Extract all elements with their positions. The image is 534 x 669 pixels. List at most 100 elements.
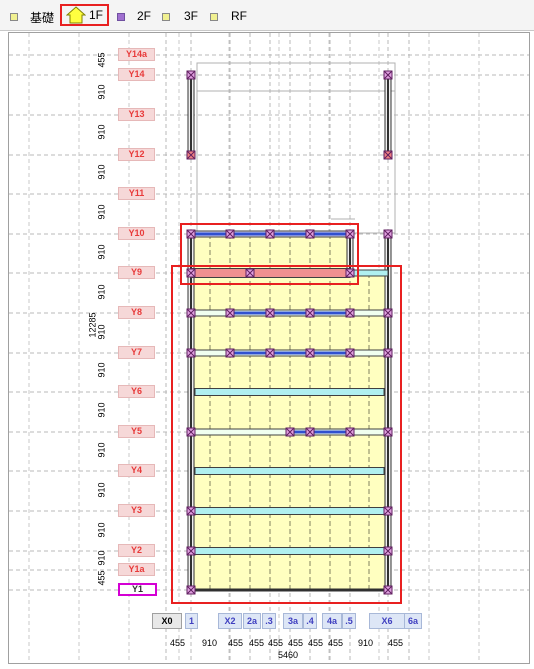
tab-3f[interactable]: 3F: [162, 8, 202, 24]
node-marker: [383, 585, 393, 595]
node-marker: [305, 308, 315, 318]
node-marker: [186, 150, 196, 160]
column-label-1[interactable]: 1: [185, 613, 198, 629]
row-label-y10[interactable]: Y10: [118, 227, 155, 240]
node-marker: [383, 506, 393, 516]
row-dimension: 455: [96, 52, 107, 68]
node-marker: [345, 229, 355, 239]
foundation-square-icon: [10, 13, 18, 21]
node-marker: [225, 348, 235, 358]
floor-plan-drawing: [9, 33, 529, 663]
node-marker: [186, 229, 196, 239]
column-dimension: 455: [228, 638, 244, 648]
row-label-y2[interactable]: Y2: [118, 544, 155, 557]
column-dimension: 910: [202, 638, 218, 648]
row-dimension: 910: [96, 482, 107, 498]
row-dimension: 910: [96, 362, 107, 378]
node-marker: [383, 427, 393, 437]
node-marker: [186, 585, 196, 595]
tab-rf[interactable]: RF: [210, 8, 250, 24]
row-label-y3[interactable]: Y3: [118, 504, 155, 517]
node-marker: [265, 229, 275, 239]
row-dimension: 910: [96, 204, 107, 220]
node-marker: [383, 70, 393, 80]
node-marker: [186, 546, 196, 556]
column-dimension: 455: [388, 638, 404, 648]
row-label-y5[interactable]: Y5: [118, 425, 155, 438]
row-dimension: 910: [96, 164, 107, 180]
node-marker: [345, 348, 355, 358]
tab-2f[interactable]: 2F: [117, 8, 157, 24]
column-dimension: 455: [328, 638, 344, 648]
tab-foundation[interactable]: 基礎: [10, 8, 62, 25]
2f-square-icon: [117, 13, 125, 21]
column-dimension: 910: [358, 638, 374, 648]
node-marker: [345, 268, 355, 278]
row-label-y14[interactable]: Y14: [118, 68, 155, 81]
row-label-y1a[interactable]: Y1a: [118, 563, 155, 576]
column-label-x0[interactable]: X0: [152, 613, 182, 629]
node-marker: [285, 427, 295, 437]
node-marker: [265, 308, 275, 318]
node-marker: [186, 506, 196, 516]
house-icon: [66, 6, 86, 24]
column-dimension: 455: [268, 638, 284, 648]
tab-1f[interactable]: 1F: [60, 4, 109, 26]
column-label-2a[interactable]: 2a: [243, 613, 261, 629]
column-label-x2[interactable]: X2: [218, 613, 242, 629]
row-dimension: 910: [96, 244, 107, 260]
node-marker: [186, 70, 196, 80]
node-marker: [305, 348, 315, 358]
node-marker: [305, 427, 315, 437]
row-label-y1[interactable]: Y1: [118, 583, 157, 596]
row-label-y14a[interactable]: Y14a: [118, 48, 155, 61]
node-marker: [383, 150, 393, 160]
row-dimension: 910: [96, 522, 107, 538]
row-dimension: 455: [96, 570, 107, 586]
beam-y3: [190, 507, 389, 515]
column-label-3a[interactable]: 3a: [283, 613, 303, 629]
node-marker: [383, 308, 393, 318]
3f-square-icon: [162, 13, 170, 21]
total-vertical-dimension: 12285: [87, 312, 98, 338]
row-label-y11[interactable]: Y11: [118, 187, 155, 200]
row-label-y12[interactable]: Y12: [118, 148, 155, 161]
node-marker: [383, 546, 393, 556]
column-label-4a[interactable]: 4a: [322, 613, 342, 629]
node-marker: [225, 308, 235, 318]
row-dimension: 910: [96, 442, 107, 458]
beam-y6: [194, 388, 385, 396]
node-marker: [383, 229, 393, 239]
row-label-y7[interactable]: Y7: [118, 346, 155, 359]
column-label-3[interactable]: .3: [262, 613, 276, 629]
row-label-y8[interactable]: Y8: [118, 306, 155, 319]
void-outline: [196, 62, 396, 234]
row-label-y9[interactable]: Y9: [118, 266, 155, 279]
column-dimension: 455: [288, 638, 304, 648]
row-label-y6[interactable]: Y6: [118, 385, 155, 398]
column-label-4[interactable]: .4: [303, 613, 317, 629]
tab-1f-label: 1F: [89, 8, 104, 22]
tab-3f-label: 3F: [184, 9, 199, 23]
rf-square-icon: [210, 13, 218, 21]
row-dimension: 910: [96, 84, 107, 100]
floor-plan-canvas[interactable]: [8, 32, 530, 664]
column-label-x6[interactable]: X6: [369, 613, 405, 629]
column-dimension: 455: [308, 638, 324, 648]
column-label-5[interactable]: .5: [342, 613, 356, 629]
tab-2f-label: 2F: [137, 9, 152, 23]
beam-y2: [194, 547, 385, 555]
column-dimension: 455: [249, 638, 265, 648]
beam-y9-right: [349, 269, 389, 277]
row-dimension: 910: [96, 550, 107, 566]
node-marker: [186, 427, 196, 437]
node-marker: [186, 268, 196, 278]
node-marker: [225, 229, 235, 239]
row-dimension: 910: [96, 324, 107, 340]
row-label-y4[interactable]: Y4: [118, 464, 155, 477]
node-marker: [186, 348, 196, 358]
tab-foundation-label: 基礎: [30, 11, 55, 25]
node-marker: [383, 348, 393, 358]
row-label-y13[interactable]: Y13: [118, 108, 155, 121]
column-label-6a[interactable]: 6a: [404, 613, 422, 629]
